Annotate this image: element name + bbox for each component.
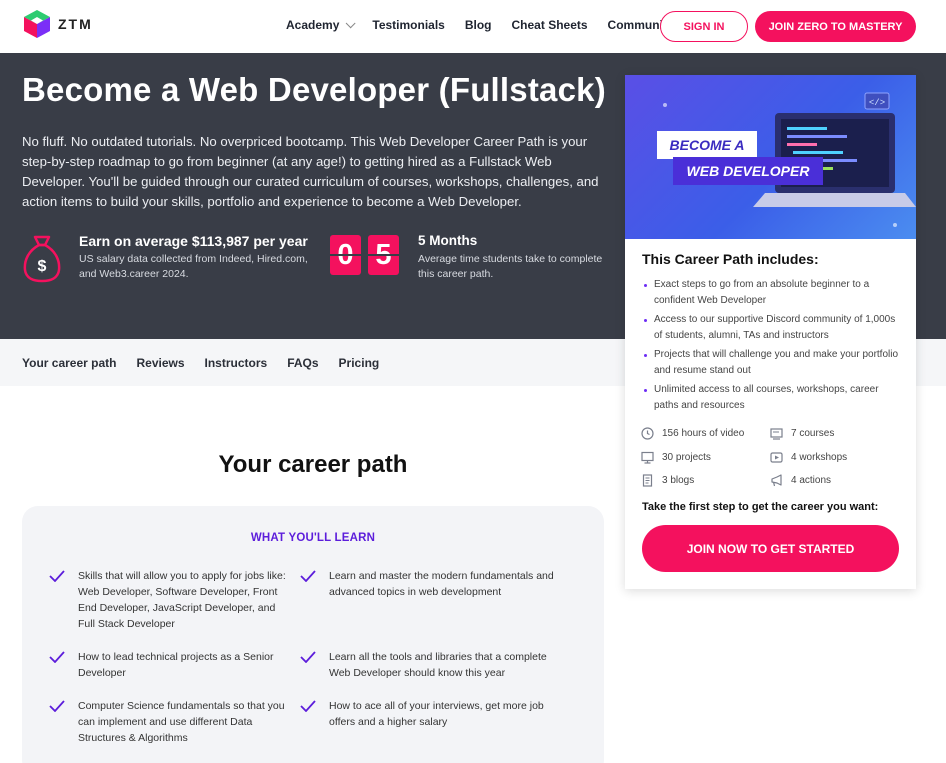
stat-blogs-text: 3 blogs	[662, 475, 695, 486]
check-icon	[49, 570, 65, 582]
includes-item-text: Projects that will challenge you and mak…	[654, 349, 899, 376]
tab-pricing[interactable]: Pricing	[339, 356, 380, 370]
learn-heading: WHAT YOU'LL LEARN	[250, 532, 376, 544]
course-icon	[770, 428, 783, 440]
stat-video-text: 156 hours of video	[662, 428, 745, 439]
stat-workshops-text: 4 workshops	[791, 452, 848, 463]
salary-info: $ Earn on average $113,987 per year US s…	[22, 233, 314, 283]
stat-video: 156 hours of video	[641, 427, 744, 440]
stat-courses-text: 7 courses	[791, 428, 835, 439]
stat-projects: 30 projects	[641, 451, 711, 464]
clock-icon	[641, 427, 654, 440]
tab-faqs[interactable]: FAQs	[287, 356, 318, 370]
counter-digit: 0	[330, 235, 361, 275]
learn-item-text: How to ace all of your interviews, get m…	[329, 700, 544, 728]
learn-item-text: Skills that will allow you to apply for …	[78, 570, 286, 630]
nav-blog[interactable]: Blog	[465, 18, 492, 32]
hero-description: No fluff. No outdated tutorials. No over…	[22, 134, 599, 209]
svg-text:</>: </>	[869, 98, 885, 108]
stat-courses: 7 courses	[770, 427, 834, 440]
join-button[interactable]: JOIN ZERO TO MASTERY	[755, 11, 916, 42]
nav-cheat-sheets[interactable]: Cheat Sheets	[512, 18, 588, 32]
salary-source: US salary data collected from Indeed, Hi…	[79, 253, 308, 280]
cta-text: Take the first step to get the career yo…	[642, 501, 879, 513]
learn-item-text: How to lead technical projects as a Seni…	[78, 651, 274, 679]
includes-item: Projects that will challenge you and mak…	[644, 347, 904, 379]
learn-item-text: Computer Science fundamentals so that yo…	[78, 700, 285, 744]
banner-line-1: BECOME A	[670, 137, 745, 153]
sign-in-button[interactable]: SIGN IN	[660, 11, 748, 42]
money-bag-icon: $	[23, 235, 61, 283]
tab-reviews[interactable]: Reviews	[136, 356, 184, 370]
stat-blogs: 3 blogs	[641, 474, 694, 487]
play-icon	[770, 452, 783, 463]
counter-digit: 5	[368, 235, 399, 275]
check-icon	[300, 651, 316, 663]
check-icon	[300, 570, 316, 582]
includes-item: Unlimited access to all courses, worksho…	[644, 382, 904, 414]
learn-item-text: Learn all the tools and libraries that a…	[329, 651, 547, 679]
duration-heading: 5 Months	[418, 233, 478, 248]
laptop-illustration: </> BECOME A WEB DEVELOPER	[657, 92, 916, 227]
duration-info: 5 Months Average time students take to c…	[418, 233, 613, 282]
nav-links: Academy Testimonials Blog Cheat Sheets C…	[286, 17, 694, 32]
bullet-icon	[644, 354, 647, 357]
stat-workshops: 4 workshops	[770, 451, 847, 464]
includes-item: Access to our supportive Discord communi…	[644, 312, 904, 344]
join-now-button[interactable]: JOIN NOW TO GET STARTED	[642, 525, 899, 572]
bullet-icon	[644, 389, 647, 392]
includes-item-text: Exact steps to go from an absolute begin…	[654, 279, 870, 306]
nav-academy-label: Academy	[286, 18, 340, 32]
months-counter: 0 5	[330, 235, 399, 275]
chevron-down-icon	[346, 17, 356, 28]
svg-text:$: $	[38, 258, 47, 275]
page-title: Become a Web Developer (Fullstack)	[22, 71, 606, 108]
card-title: This Career Path includes:	[642, 251, 819, 267]
learn-item: How to lead technical projects as a Seni…	[49, 649, 289, 681]
banner-line-2: WEB DEVELOPER	[687, 163, 811, 179]
document-icon	[642, 474, 653, 487]
duration-description: Average time students take to complete t…	[418, 253, 603, 280]
stat-actions: 4 actions	[770, 474, 831, 487]
ztm-logo[interactable]: ZTM	[22, 9, 93, 39]
learn-item: Learn and master the modern fundamentals…	[300, 568, 562, 600]
learn-item-text: Learn and master the modern fundamentals…	[329, 570, 554, 598]
learn-item: Computer Science fundamentals so that yo…	[49, 698, 289, 746]
check-icon	[49, 651, 65, 663]
tab-instructors[interactable]: Instructors	[205, 356, 268, 370]
bullet-icon	[644, 319, 647, 322]
includes-list: Exact steps to go from an absolute begin…	[644, 277, 904, 417]
career-path-card: </> BECOME A WEB DEVELOPER This Career P…	[625, 75, 916, 589]
what-you-learn-box: WHAT YOU'LL LEARN Skills that will allow…	[22, 506, 604, 763]
career-banner-image: </> BECOME A WEB DEVELOPER	[625, 75, 916, 239]
tab-career-path[interactable]: Your career path	[22, 356, 116, 370]
nav-academy[interactable]: Academy	[286, 17, 356, 32]
salary-heading: Earn on average $113,987 per year	[79, 233, 308, 249]
learn-item: How to ace all of your interviews, get m…	[300, 698, 562, 730]
stat-projects-text: 30 projects	[662, 452, 711, 463]
logo-text: ZTM	[58, 16, 93, 32]
ztm-logo-icon	[24, 10, 50, 38]
stat-actions-text: 4 actions	[791, 475, 832, 486]
check-icon	[300, 700, 316, 712]
includes-item: Exact steps to go from an absolute begin…	[644, 277, 904, 309]
monitor-icon	[641, 451, 654, 464]
top-navbar: ZTM Academy Testimonials Blog Cheat Shee…	[0, 0, 946, 53]
learn-item: Learn all the tools and libraries that a…	[300, 649, 562, 681]
bullet-icon	[644, 284, 647, 287]
includes-item-text: Access to our supportive Discord communi…	[654, 314, 896, 341]
section-title: Your career path	[218, 451, 408, 478]
nav-testimonials[interactable]: Testimonials	[372, 18, 444, 32]
megaphone-icon	[771, 474, 782, 487]
learn-item: Skills that will allow you to apply for …	[49, 568, 289, 632]
includes-item-text: Unlimited access to all courses, worksho…	[654, 384, 879, 411]
check-icon	[49, 700, 65, 712]
